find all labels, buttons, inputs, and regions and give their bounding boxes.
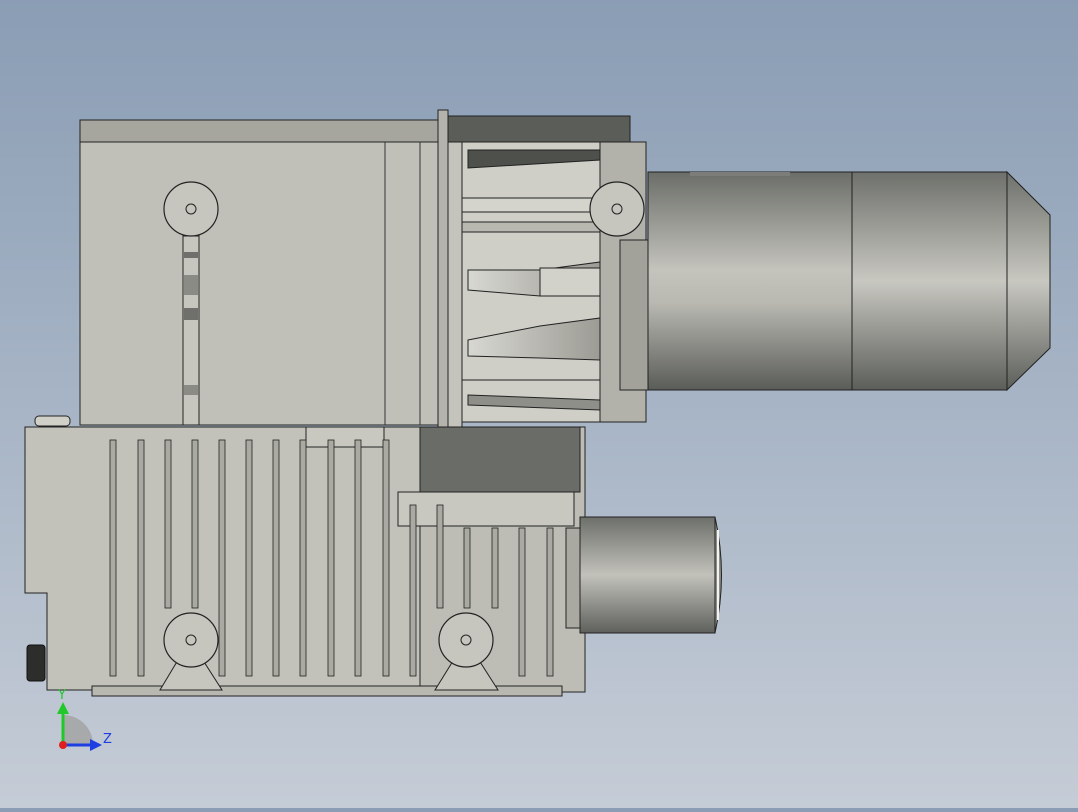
- small-motor: [565, 516, 722, 634]
- x-axis-dot: [59, 741, 67, 749]
- mount-boss-top: [163, 181, 219, 237]
- coordinate-triad[interactable]: Y Z: [57, 688, 112, 751]
- cad-viewport[interactable]: Y Z: [0, 0, 1078, 808]
- triad-quadrant: [63, 715, 93, 745]
- model-canvas[interactable]: Y Z: [0, 0, 1078, 808]
- mount-boss-left-foot: [163, 612, 219, 668]
- mount-boss-adapter: [589, 181, 645, 237]
- main-motor: [647, 170, 1051, 392]
- mount-boss-right-foot: [438, 612, 494, 668]
- upper-housing: [79, 119, 439, 426]
- z-axis-label: Z: [103, 732, 112, 747]
- y-axis-arrow: [57, 702, 69, 714]
- fan-cage: [461, 141, 608, 423]
- z-axis-arrow: [90, 739, 102, 751]
- y-axis-label: Y: [57, 688, 66, 703]
